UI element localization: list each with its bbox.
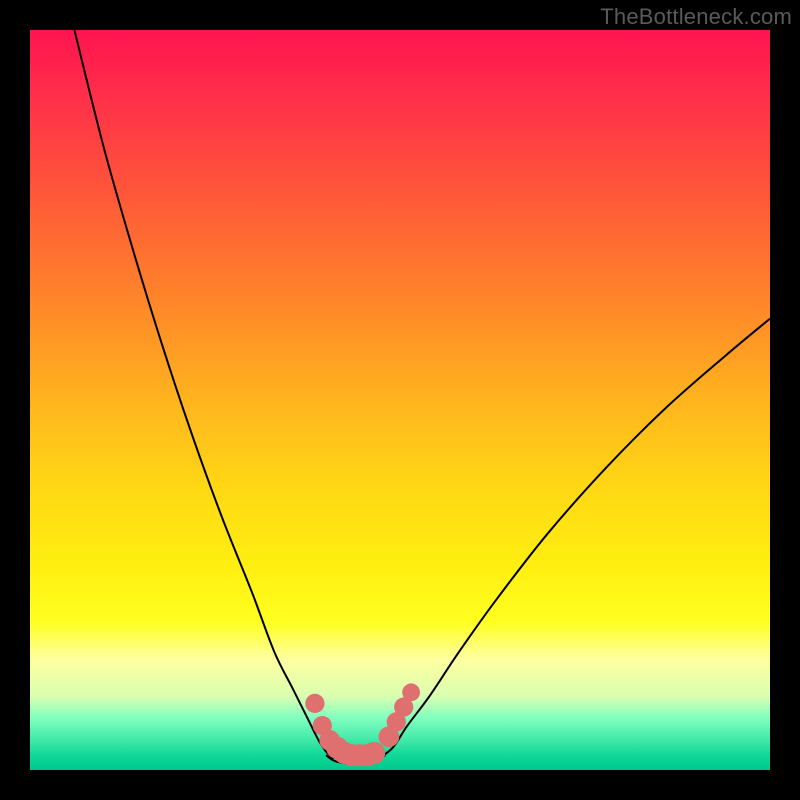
left-curve xyxy=(74,30,333,759)
chart-frame: TheBottleneck.com xyxy=(0,0,800,800)
plot-area xyxy=(30,30,770,770)
data-marker xyxy=(402,683,420,701)
marker-group xyxy=(305,683,420,766)
watermark-text: TheBottleneck.com xyxy=(600,4,792,30)
chart-svg xyxy=(30,30,770,770)
data-marker xyxy=(363,742,385,764)
right-curve xyxy=(378,319,770,759)
data-marker xyxy=(305,694,324,713)
